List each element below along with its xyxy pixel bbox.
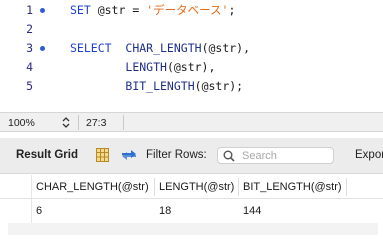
code-text: SELECT CHAR_LENGTH(@str),: [70, 39, 250, 58]
column-header[interactable]: CHAR_LENGTH(@str): [36, 175, 149, 199]
table-cell[interactable]: 6: [36, 199, 42, 223]
result-grid-title: Result Grid: [16, 149, 78, 161]
code-text: SET @str = 'データベース';: [70, 1, 235, 20]
export-button[interactable]: Export: [355, 149, 383, 161]
sql-editor[interactable]: 1 SET @str = 'データベース'; 2 3 SELECT CHAR_LENGT…: [0, 0, 383, 112]
stepper-icon[interactable]: [61, 116, 71, 129]
column-divider[interactable]: [238, 178, 239, 196]
line-number: 4: [26, 60, 33, 74]
code-token: CHAR_LENGTH: [125, 41, 202, 55]
editor-line[interactable]: 2: [0, 20, 383, 39]
result-toolbar: Result Grid Filter Rows: Export: [0, 138, 383, 174]
code-text: BIT_LENGTH(@str);: [70, 77, 243, 96]
code-token: =: [125, 3, 147, 17]
filter-rows-label: Filter Rows:: [146, 149, 207, 161]
code-text: LENGTH(@str),: [70, 58, 215, 77]
search-icon: [223, 150, 235, 162]
status-divider: [123, 115, 124, 130]
code-token: @str: [97, 3, 126, 17]
line-number: 5: [26, 79, 33, 93]
result-grid[interactable]: CHAR_LENGTH(@str) LENGTH(@str) BIT_LENGT…: [0, 175, 383, 241]
code-token: LENGTH: [125, 60, 167, 74]
filter-search-input[interactable]: [242, 149, 330, 162]
grid-view-icon[interactable]: [96, 148, 109, 162]
column-divider[interactable]: [154, 178, 155, 196]
column-divider[interactable]: [346, 178, 347, 196]
code-token: 'データベース': [146, 3, 229, 17]
zoom-level[interactable]: 100%: [8, 117, 35, 129]
table-cell[interactable]: 18: [159, 199, 171, 223]
line-number: 3: [26, 41, 33, 55]
refresh-icon[interactable]: [121, 148, 137, 162]
table-cell[interactable]: 144: [243, 199, 261, 223]
code-token: (@str),: [166, 60, 216, 74]
code-token: BIT_LENGTH: [125, 79, 195, 93]
code-token: SET: [70, 3, 98, 17]
empty-grid-row: [8, 223, 378, 235]
line-number: 1: [26, 3, 33, 17]
cursor-position: 27:3: [86, 117, 107, 129]
line-marker-icon[interactable]: [40, 8, 45, 13]
status-divider: [78, 115, 79, 130]
table-row[interactable]: 6 18 144: [0, 199, 383, 223]
code-token: SELECT: [70, 41, 126, 55]
line-number: 2: [26, 22, 33, 36]
code-token: (@str);: [194, 79, 244, 93]
editor-line[interactable]: 1 SET @str = 'データベース';: [0, 1, 383, 20]
filter-search-box[interactable]: [217, 147, 334, 164]
editor-line[interactable]: 3 SELECT CHAR_LENGTH(@str),: [0, 39, 383, 58]
editor-status-bar: 100% 27:3: [0, 112, 383, 132]
editor-line[interactable]: 5 BIT_LENGTH(@str);: [0, 77, 383, 96]
code-token: (@str),: [201, 41, 251, 55]
code-token: ;: [228, 3, 236, 17]
column-header[interactable]: LENGTH(@str): [159, 175, 234, 199]
editor-line[interactable]: 4 LENGTH(@str),: [0, 58, 383, 77]
grid-header-row: CHAR_LENGTH(@str) LENGTH(@str) BIT_LENGT…: [0, 175, 383, 199]
column-header[interactable]: BIT_LENGTH(@str): [243, 175, 342, 199]
line-marker-icon[interactable]: [40, 46, 45, 51]
